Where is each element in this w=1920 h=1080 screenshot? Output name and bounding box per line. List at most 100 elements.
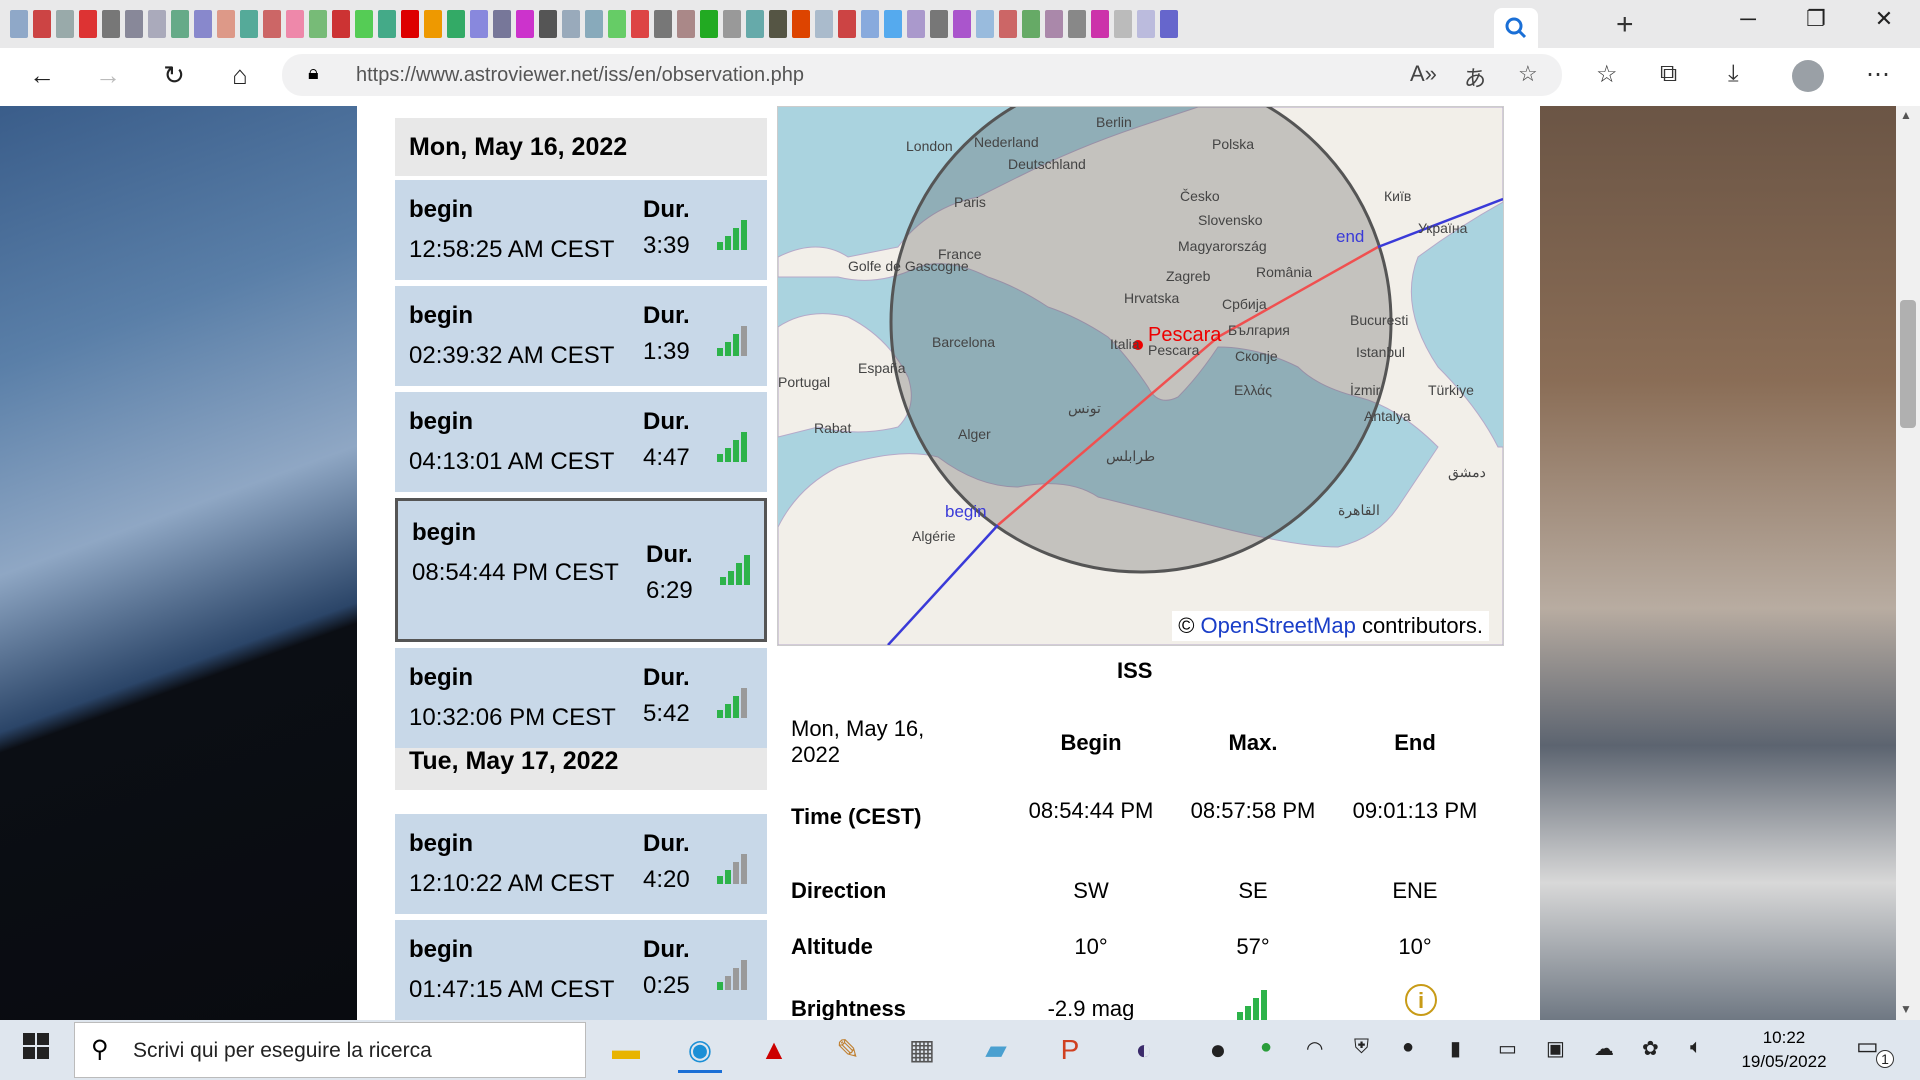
pinned-tab-favicon[interactable] [1137, 10, 1155, 38]
pinned-tab-favicon[interactable] [723, 10, 741, 38]
pinned-tab-favicon[interactable] [631, 10, 649, 38]
more-options-icon[interactable]: ⋯ [1866, 60, 1890, 89]
pinned-tab-favicon[interactable] [769, 10, 787, 38]
pinned-tab-favicon[interactable] [999, 10, 1017, 38]
pinned-tab-favicon[interactable] [930, 10, 948, 38]
security-icon[interactable]: ⛨ [1354, 1036, 1369, 1059]
lock-icon[interactable]: 🔒︎ [308, 62, 319, 85]
scroll-down-icon[interactable]: ▼ [1900, 1002, 1912, 1016]
add-favorite-icon[interactable]: ☆ [1518, 61, 1538, 87]
pinned-tab-favicon[interactable] [309, 10, 327, 38]
close-window-button[interactable]: ✕ [1854, 6, 1914, 32]
address-bar[interactable]: 🔒︎ https://www.astroviewer.net/iss/en/ob… [282, 54, 1562, 96]
collections-icon[interactable]: ⧉ [1660, 60, 1677, 88]
battery-icon[interactable]: ▭ [1498, 1036, 1517, 1061]
pinned-tab-favicon[interactable] [884, 10, 902, 38]
pinned-tab-favicon[interactable] [102, 10, 120, 38]
pinned-tab-favicon[interactable] [861, 10, 879, 38]
pinned-tab-favicon[interactable] [815, 10, 833, 38]
scroll-up-icon[interactable]: ▲ [1900, 108, 1912, 122]
calculator-icon[interactable]: ▦ [900, 1030, 944, 1070]
powerpoint-icon[interactable]: P [1048, 1030, 1092, 1070]
pinned-tab-favicon[interactable] [33, 10, 51, 38]
start-icon[interactable] [14, 1030, 58, 1070]
translate-icon[interactable]: あ [1464, 61, 1486, 93]
paint-icon[interactable]: ✎ [826, 1030, 870, 1070]
maximize-button[interactable]: ❐ [1786, 6, 1846, 32]
pinned-tab-favicon[interactable] [148, 10, 166, 38]
profile-avatar[interactable] [1792, 60, 1824, 92]
pinned-tab-favicon[interactable] [907, 10, 925, 38]
iss-pass-map[interactable]: Pescara begin end London Nederland Berlin P… [777, 106, 1504, 646]
pinned-tab-favicon[interactable] [1114, 10, 1132, 38]
pinned-tab-favicon[interactable] [677, 10, 695, 38]
page-scrollbar[interactable] [1896, 106, 1920, 1020]
pinned-tab-favicon[interactable] [953, 10, 971, 38]
pinned-tab-favicon[interactable] [424, 10, 442, 38]
pinned-tab-favicon[interactable] [401, 10, 419, 38]
file-explorer-icon[interactable]: ▬ [604, 1030, 648, 1070]
pinned-tab-favicon[interactable] [10, 10, 28, 38]
display-icon[interactable]: ▣ [1546, 1036, 1565, 1061]
openstreetmap-link[interactable]: OpenStreetMap [1201, 613, 1356, 638]
wifi-icon[interactable]: ◠ [1306, 1036, 1323, 1061]
back-icon[interactable]: ← [22, 60, 62, 91]
pinned-tab-favicon[interactable] [470, 10, 488, 38]
pinned-tab-favicon[interactable] [1068, 10, 1086, 38]
pinned-tab-favicon[interactable] [746, 10, 764, 38]
pinned-tab-favicon[interactable] [217, 10, 235, 38]
pinned-tab-favicon[interactable] [79, 10, 97, 38]
pinned-tab-favicon[interactable] [1045, 10, 1063, 38]
pinned-tab-favicon[interactable] [1091, 10, 1109, 38]
pinned-tab-favicon[interactable] [286, 10, 304, 38]
pinned-tab-favicon[interactable] [171, 10, 189, 38]
pass-item[interactable]: begin 12:10:22 AM CEST Dur. 4:20 [395, 814, 767, 914]
home-icon[interactable]: ⌂ [220, 60, 260, 91]
pinned-tab-favicon[interactable] [1022, 10, 1040, 38]
acrobat-icon[interactable]: ▲ [752, 1030, 796, 1070]
pinned-tab-favicon[interactable] [194, 10, 212, 38]
pass-item[interactable]: begin 12:58:25 AM CEST Dur. 3:39 [395, 180, 767, 280]
color-app-icon[interactable]: ✿ [1642, 1036, 1659, 1061]
pass-item[interactable]: begin 10:32:06 PM CEST Dur. 5:42 [395, 648, 767, 748]
pinned-tab-favicon[interactable] [838, 10, 856, 38]
pass-item[interactable]: begin 01:47:15 AM CEST Dur. 0:25 [395, 920, 767, 1020]
pinned-tab-favicon[interactable] [332, 10, 350, 38]
taskbar-search[interactable]: ⚲ Scrivi qui per eseguire la ricerca [74, 1022, 586, 1078]
pinned-tab-favicon[interactable] [125, 10, 143, 38]
pinned-tab-favicon[interactable] [608, 10, 626, 38]
read-aloud-icon[interactable]: A» [1410, 61, 1437, 87]
volume-icon[interactable]: 🔈︎ [1690, 1036, 1702, 1059]
pinned-tab-favicon[interactable] [516, 10, 534, 38]
notes-icon[interactable]: ▰ [974, 1030, 1018, 1070]
pinned-tab-favicon[interactable] [700, 10, 718, 38]
scrollbar-thumb[interactable] [1900, 300, 1916, 428]
downloads-icon[interactable]: ⤓ [1728, 60, 1739, 88]
microphone-icon[interactable]: ▮ [1450, 1036, 1461, 1061]
edge-browser-icon[interactable]: ◉ [678, 1030, 722, 1073]
obs-tray-icon[interactable]: ● [1402, 1036, 1414, 1059]
pinned-tab-favicon[interactable] [240, 10, 258, 38]
obs-icon[interactable]: ● [1196, 1030, 1240, 1070]
pinned-tab-favicon[interactable] [539, 10, 557, 38]
pinned-tab-favicon[interactable] [562, 10, 580, 38]
pinned-tab-favicon[interactable] [378, 10, 396, 38]
pinned-tab-favicon[interactable] [263, 10, 281, 38]
pinned-tab-favicon[interactable] [976, 10, 994, 38]
system-clock[interactable]: 10:22 19/05/2022 [1734, 1026, 1834, 1074]
pinned-tab-favicon[interactable] [447, 10, 465, 38]
pass-item[interactable]: begin 08:54:44 PM CEST Dur. 6:29 [395, 498, 767, 642]
minimize-button[interactable]: ─ [1718, 6, 1778, 32]
new-tab-button[interactable]: + [1616, 8, 1634, 42]
pinned-tab-favicon[interactable] [585, 10, 603, 38]
info-icon[interactable]: i [1405, 984, 1437, 1016]
cloud-icon[interactable]: ☁ [1594, 1036, 1614, 1061]
pass-item[interactable]: begin 04:13:01 AM CEST Dur. 4:47 [395, 392, 767, 492]
pass-item[interactable]: begin 02:39:32 AM CEST Dur. 1:39 [395, 286, 767, 386]
pinned-tab-favicon[interactable] [1160, 10, 1178, 38]
tray-app-icon[interactable]: ● [1260, 1036, 1272, 1059]
pinned-tab-favicon[interactable] [493, 10, 511, 38]
url-text[interactable]: https://www.astroviewer.net/iss/en/obser… [356, 64, 804, 87]
forward-icon[interactable]: → [88, 60, 128, 91]
pinned-tab-favicon[interactable] [792, 10, 810, 38]
